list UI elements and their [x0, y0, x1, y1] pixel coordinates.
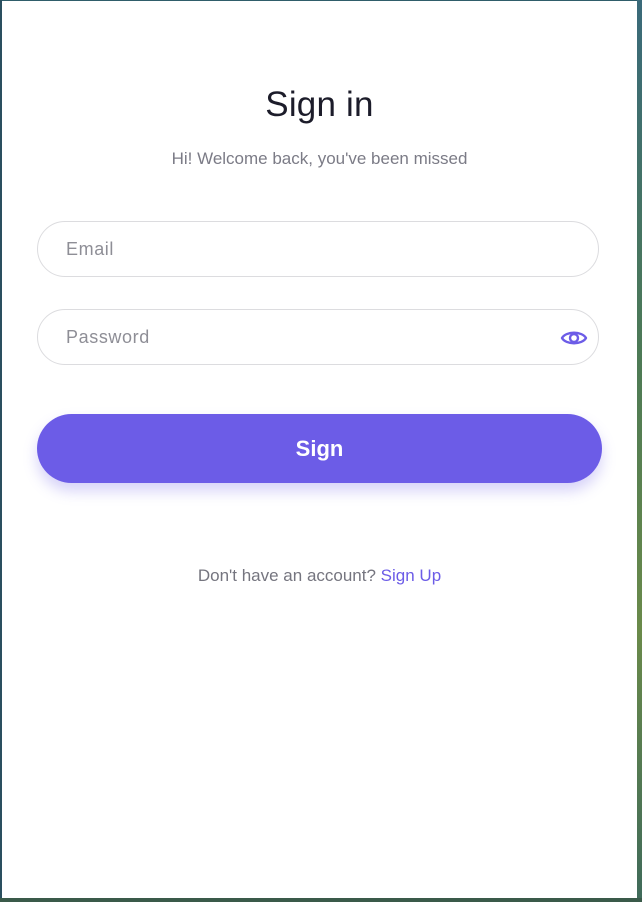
sign-button[interactable]: Sign	[37, 414, 602, 483]
page-subtitle: Hi! Welcome back, you've been missed	[171, 149, 468, 168]
email-field[interactable]	[37, 221, 599, 277]
sign-up-link[interactable]: Sign Up	[381, 566, 441, 585]
eye-icon[interactable]	[558, 322, 590, 354]
signup-prompt-text: Don't have an account?	[197, 566, 381, 585]
password-input[interactable]	[66, 310, 546, 364]
password-field[interactable]	[37, 309, 599, 365]
page-title: Sign in	[265, 85, 374, 124]
background-edge	[637, 0, 642, 902]
sign-in-panel: Sign in Hi! Welcome back, you've been mi…	[2, 1, 637, 898]
signup-prompt-row: Don't have an account? Sign Up	[2, 566, 637, 586]
background-edge	[0, 898, 642, 902]
email-input[interactable]	[66, 222, 546, 276]
